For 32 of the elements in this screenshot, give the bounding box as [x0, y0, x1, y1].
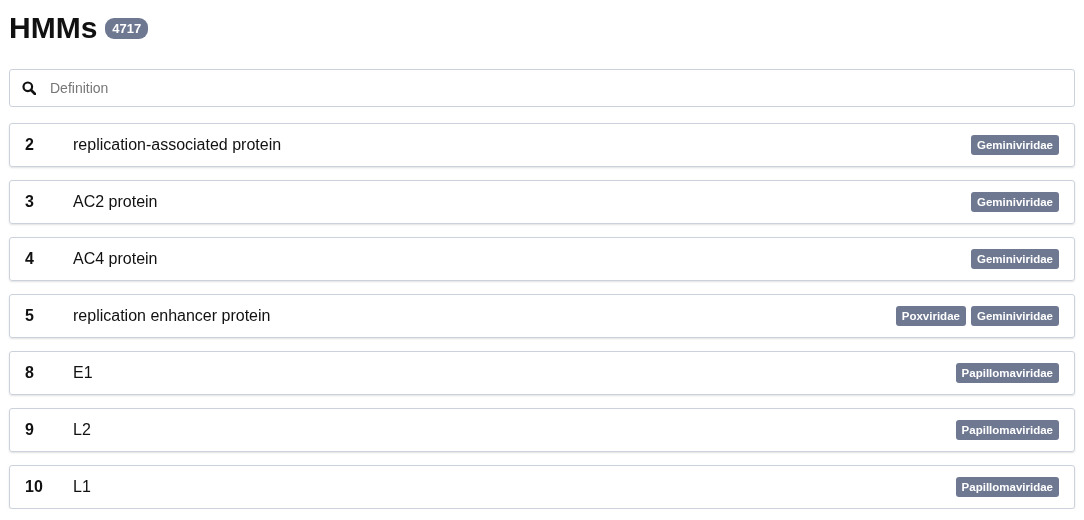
hmm-definition: replication-associated protein — [73, 136, 283, 154]
hmm-row[interactable]: 2 replication-associated protein Geminiviridae — [9, 123, 1075, 167]
hmm-number: 4 — [25, 250, 35, 268]
hmm-row[interactable]: 3 AC2 protein Geminiviridae — [9, 180, 1075, 224]
hmm-definition: L1 — [73, 478, 92, 496]
hmm-number: 2 — [25, 136, 35, 154]
hmm-number: 10 — [25, 478, 44, 496]
hmm-number: 5 — [25, 307, 35, 325]
hmm-definition: E1 — [73, 364, 94, 382]
search-field[interactable]: Definition — [9, 69, 1075, 107]
page-title: HMMs — [9, 11, 98, 45]
count-badge: 4717 — [105, 17, 149, 39]
family-tag: Papillomaviridae — [955, 477, 1059, 497]
family-tag: Geminiviridae — [970, 249, 1059, 269]
hmm-number: 9 — [25, 421, 35, 439]
hmm-row[interactable]: 10 L1 Papillomaviridae — [9, 465, 1075, 509]
family-tag: Geminiviridae — [970, 192, 1059, 212]
family-tag: Papillomaviridae — [955, 420, 1059, 440]
hmm-row[interactable]: 9 L2 Papillomaviridae — [9, 408, 1075, 452]
hmm-row[interactable]: 4 AC4 protein Geminiviridae — [9, 237, 1075, 281]
hmm-row[interactable]: 8 E1 Papillomaviridae — [9, 351, 1075, 395]
family-tag: Poxviridae — [895, 306, 966, 326]
family-tag: Geminiviridae — [970, 135, 1059, 155]
hmm-definition: L2 — [73, 421, 92, 439]
hmm-number: 3 — [25, 193, 35, 211]
hmm-definition: AC2 protein — [73, 193, 159, 211]
hmm-definition: AC4 protein — [73, 250, 159, 268]
hmm-definition: replication enhancer protein — [73, 307, 272, 325]
hmm-number: 8 — [25, 364, 35, 382]
family-tag: Geminiviridae — [970, 306, 1059, 326]
family-tag: Papillomaviridae — [955, 363, 1059, 383]
hmm-row[interactable]: 5 replication enhancer protein Poxviridae Geminiviridae — [9, 294, 1075, 338]
